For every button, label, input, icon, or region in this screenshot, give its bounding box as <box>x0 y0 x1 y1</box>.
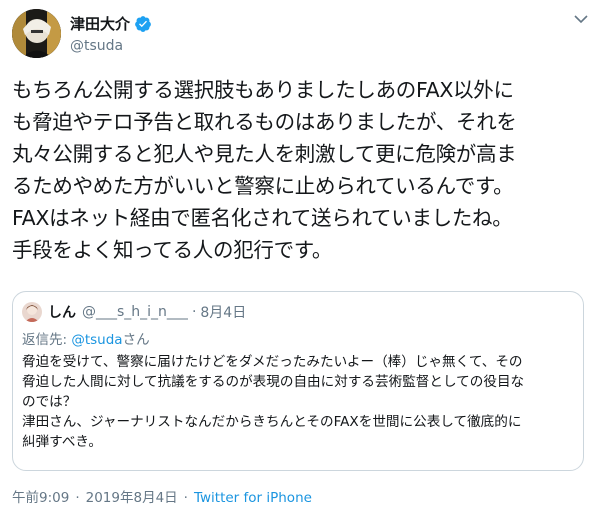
quoted-author-name: しん <box>48 305 76 321</box>
tweet-text-line: るためやめた方がいいと警察に止められているんです。 <box>12 174 514 198</box>
quoted-text-line: 脅迫を受けて、警察に届けたけどをダメだったみたいよー（棒）じゃ無くて、その <box>22 354 523 370</box>
verified-badge-icon <box>135 15 151 32</box>
tweet-text-line: FAXはネット経由で匿名化されて送られていましたね。 <box>12 206 513 230</box>
footer-separator: · <box>75 490 80 506</box>
quoted-tweet-text: 脅迫を受けて、警察に届けたけどをダメだったみたいよー（棒）じゃ無くて、その 脅迫… <box>22 352 577 452</box>
footer-separator: · <box>183 490 188 506</box>
quoted-author-handle: @___s_h_i_n___ <box>82 304 188 320</box>
author-name-row: 津田大介 <box>70 13 152 34</box>
reply-prefix: 返信先: <box>22 332 72 348</box>
quoted-text-line: 糾弾すべき。 <box>22 434 102 450</box>
tweet-footer: 午前9:09 · 2019年8月4日 · Twitter for iPhone <box>12 486 312 506</box>
tweet-text-line: 手段をよく知ってる人の犯行です。 <box>12 238 333 262</box>
quoted-separator: · <box>191 304 197 320</box>
author-handle[interactable]: @tsuda <box>70 38 123 54</box>
quoted-reply-context: 返信先: @tsudaさん <box>22 328 150 348</box>
quoted-date: 8月4日 <box>200 305 247 321</box>
reply-suffix: さん <box>122 332 150 348</box>
author-avatar[interactable] <box>12 9 61 58</box>
tweet-text-line: もちろん公開する選択肢もありましたしあのFAX以外に <box>12 78 514 102</box>
author-display-name[interactable]: 津田大介 <box>70 13 130 34</box>
reply-mention-link[interactable]: @tsuda <box>71 332 122 348</box>
quoted-author-avatar <box>22 302 42 322</box>
tweet-time[interactable]: 午前9:09 <box>12 490 69 506</box>
tweet-text-line: も脅迫やテロ予告と取れるものはありましたが、それを <box>12 110 517 134</box>
quoted-text-line: のでは？ <box>22 394 77 410</box>
tweet-header: 津田大介 @tsuda <box>0 0 598 64</box>
quoted-tweet-header: しん @___s_h_i_n___ · 8月4日 <box>22 302 246 322</box>
quoted-text-line: 津田さん、ジャーナリストなんだからきちんとそのFAXを世間に公表して徹底的に <box>22 414 522 430</box>
tweet-text: もちろん公開する選択肢もありましたしあのFAX以外に も脅迫やテロ予告と取れるも… <box>12 74 592 266</box>
quoted-tweet-card[interactable]: しん @___s_h_i_n___ · 8月4日 返信先: @tsudaさん 脅… <box>12 291 584 471</box>
tweet-text-line: 丸々公開すると犯人や見た人を刺激して更に危険が高ま <box>12 142 517 166</box>
tweet-date[interactable]: 2019年8月4日 <box>86 490 178 506</box>
chevron-down-icon[interactable] <box>574 14 588 24</box>
quoted-text-line: 脅迫した人間に対して抗議をするのが表現の自由に対する芸術監督としての役目な <box>22 374 525 390</box>
tweet-source-link[interactable]: Twitter for iPhone <box>194 490 312 506</box>
